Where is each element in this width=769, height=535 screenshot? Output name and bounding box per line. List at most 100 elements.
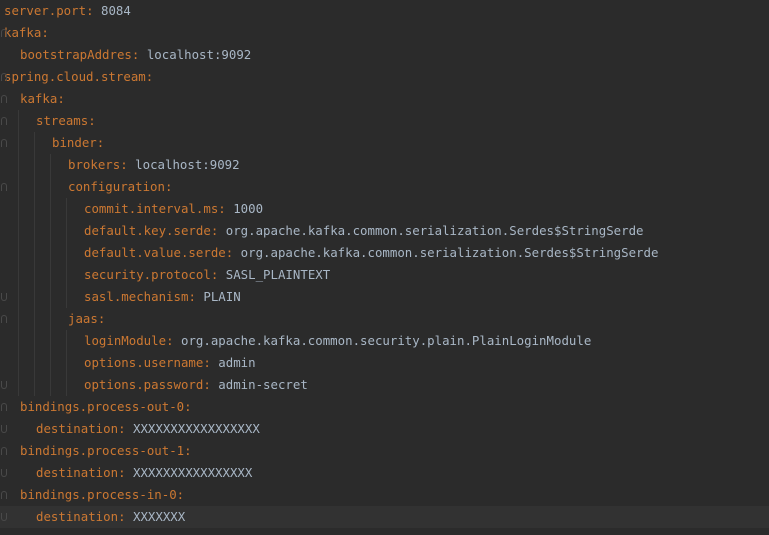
- yaml-value: XXXXXXXXXXXXXXXX: [125, 465, 253, 480]
- code-line[interactable]: destination: XXXXXXXXXXXXXXXXX: [0, 418, 769, 440]
- yaml-colon: :: [176, 487, 185, 502]
- code-line[interactable]: streams:: [0, 110, 769, 132]
- yaml-key: security.protocol: [84, 267, 211, 282]
- code-line[interactable]: server.port: 8084: [0, 0, 769, 22]
- yaml-colon: :: [203, 377, 211, 392]
- yaml-colon: :: [218, 201, 226, 216]
- yaml-key: streams: [36, 113, 89, 128]
- code-line[interactable]: destination: XXXXXXXXXXXXXXXX: [0, 462, 769, 484]
- code-line[interactable]: kafka:: [0, 22, 769, 44]
- yaml-colon: :: [203, 355, 211, 370]
- code-line[interactable]: spring.cloud.stream:: [0, 66, 769, 88]
- fold-marker-icon[interactable]: [1, 139, 7, 147]
- fold-marker-icon[interactable]: [1, 117, 7, 125]
- yaml-key: destination: [36, 509, 119, 524]
- code-line[interactable]: jaas:: [0, 308, 769, 330]
- yaml-value: XXXXXXX: [125, 509, 186, 524]
- yaml-colon: :: [96, 135, 105, 150]
- yaml-key: kafka: [4, 25, 42, 40]
- fold-marker-icon[interactable]: [1, 73, 7, 81]
- yaml-colon: :: [188, 289, 196, 304]
- code-line[interactable]: destination: XXXXXXX: [0, 506, 769, 528]
- yaml-key: options.username: [84, 355, 204, 370]
- fold-marker-icon[interactable]: [1, 491, 7, 499]
- yaml-key: loginModule: [84, 333, 167, 348]
- code-line[interactable]: bootstrapAddres: localhost:9092: [0, 44, 769, 66]
- fold-marker-icon[interactable]: [1, 183, 7, 191]
- yaml-key: configuration: [68, 179, 165, 194]
- yaml-colon: :: [166, 333, 174, 348]
- code-line[interactable]: options.username: admin: [0, 352, 769, 374]
- yaml-value: 1000: [225, 201, 264, 216]
- yaml-colon: :: [120, 157, 128, 172]
- yaml-value: localhost:9092: [139, 47, 252, 62]
- code-line[interactable]: loginModule: org.apache.kafka.common.sec…: [0, 330, 769, 352]
- yaml-key: jaas: [68, 311, 98, 326]
- code-line[interactable]: bindings.process-in-0:: [0, 484, 769, 506]
- yaml-key: bootstrapAddres: [20, 47, 132, 62]
- fold-marker-icon[interactable]: [1, 513, 7, 521]
- code-line[interactable]: options.password: admin-secret: [0, 374, 769, 396]
- yaml-colon: :: [57, 91, 65, 106]
- yaml-key: binder: [52, 135, 97, 150]
- code-line[interactable]: security.protocol: SASL_PLAINTEXT: [0, 264, 769, 286]
- yaml-key: options.password: [84, 377, 204, 392]
- code-line[interactable]: kafka:: [0, 88, 769, 110]
- yaml-key: kafka: [20, 91, 58, 106]
- code-line[interactable]: brokers: localhost:9092: [0, 154, 769, 176]
- fold-marker-icon[interactable]: [1, 293, 7, 301]
- fold-marker-icon[interactable]: [1, 381, 7, 389]
- yaml-value: admin-secret: [210, 377, 308, 392]
- yaml-colon: :: [86, 3, 94, 18]
- yaml-key: destination: [36, 465, 119, 480]
- fold-marker-icon[interactable]: [1, 469, 7, 477]
- yaml-key: destination: [36, 421, 119, 436]
- yaml-colon: :: [145, 69, 154, 84]
- code-line[interactable]: configuration:: [0, 176, 769, 198]
- yaml-key: sasl.mechanism: [84, 289, 189, 304]
- fold-marker-icon[interactable]: [1, 95, 7, 103]
- yaml-key: bindings.process-out-1: [20, 443, 185, 458]
- fold-marker-icon[interactable]: [1, 403, 7, 411]
- code-line[interactable]: bindings.process-out-0:: [0, 396, 769, 418]
- code-line[interactable]: bindings.process-out-1:: [0, 440, 769, 462]
- yaml-key: spring.cloud.stream: [4, 69, 146, 84]
- indent-guide: [50, 154, 51, 396]
- indent-guide: [34, 132, 35, 396]
- fold-marker-icon[interactable]: [1, 29, 7, 37]
- yaml-key: bindings.process-out-0: [20, 399, 185, 414]
- fold-marker-icon[interactable]: [1, 425, 7, 433]
- fold-marker-icon[interactable]: [1, 315, 7, 323]
- code-line[interactable]: default.value.serde: org.apache.kafka.co…: [0, 242, 769, 264]
- yaml-key: bindings.process-in-0: [20, 487, 177, 502]
- yaml-value: PLAIN: [195, 289, 241, 304]
- code-line[interactable]: commit.interval.ms: 1000: [0, 198, 769, 220]
- yaml-colon: :: [184, 399, 192, 414]
- code-editor[interactable]: server.port: 8084 kafka: bootstrapAddres: …: [0, 0, 769, 535]
- code-line[interactable]: default.key.serde: org.apache.kafka.comm…: [0, 220, 769, 242]
- yaml-key: default.key.serde: [84, 223, 211, 238]
- yaml-colon: :: [118, 465, 126, 480]
- yaml-value: 8084: [93, 3, 131, 18]
- yaml-key: server.port: [4, 3, 87, 18]
- yaml-value: admin: [210, 355, 256, 370]
- yaml-colon: :: [41, 25, 49, 40]
- code-line[interactable]: binder:: [0, 132, 769, 154]
- indent-guide: [66, 330, 67, 396]
- yaml-value: org.apache.kafka.common.security.plain.P…: [173, 333, 592, 348]
- yaml-value: localhost:9092: [127, 157, 240, 172]
- fold-marker-icon[interactable]: [1, 447, 7, 455]
- code-line[interactable]: sasl.mechanism: PLAIN: [0, 286, 769, 308]
- indent-guide: [66, 198, 67, 308]
- yaml-colon: :: [164, 179, 173, 194]
- yaml-value: org.apache.kafka.common.serialization.Se…: [218, 223, 644, 238]
